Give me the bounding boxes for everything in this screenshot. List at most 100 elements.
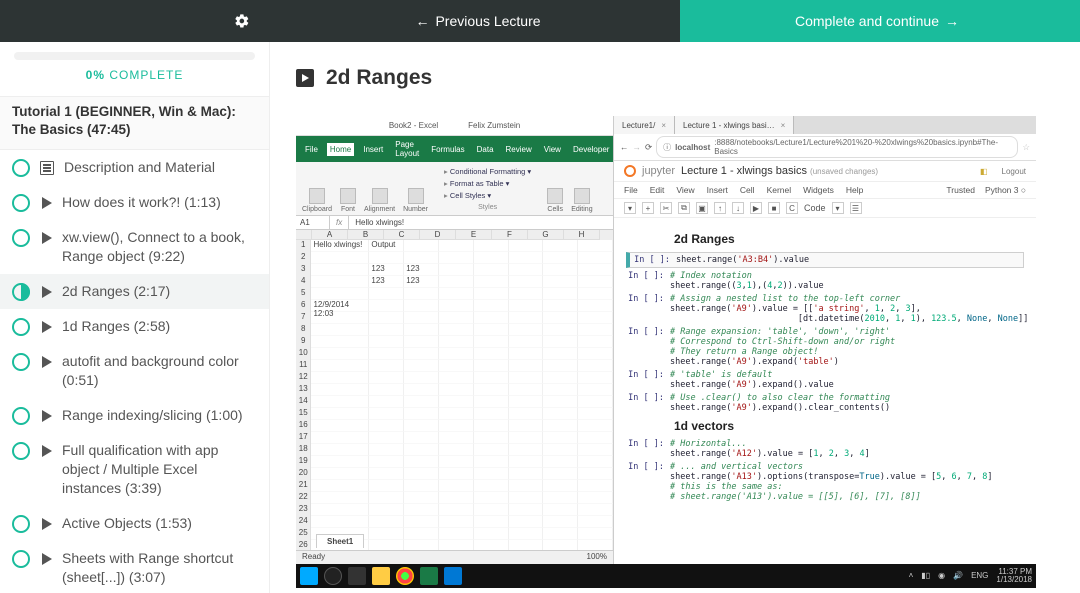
cell[interactable] bbox=[311, 276, 369, 288]
cell[interactable] bbox=[509, 300, 544, 312]
sheet-tab[interactable]: Sheet1 bbox=[316, 534, 364, 548]
cell[interactable] bbox=[311, 396, 369, 408]
column-header[interactable]: G bbox=[528, 230, 564, 240]
row-header[interactable]: 9 bbox=[296, 336, 311, 348]
cell[interactable] bbox=[439, 528, 474, 540]
cell[interactable] bbox=[509, 504, 544, 516]
cell[interactable] bbox=[311, 360, 369, 372]
cell[interactable] bbox=[311, 264, 369, 276]
cell[interactable] bbox=[311, 480, 369, 492]
cell[interactable] bbox=[404, 384, 439, 396]
cell[interactable] bbox=[439, 456, 474, 468]
cell[interactable] bbox=[369, 396, 404, 408]
toolbar-button[interactable]: ▾ bbox=[624, 202, 636, 214]
cell[interactable] bbox=[404, 456, 439, 468]
menu-item[interactable]: Kernel bbox=[767, 185, 792, 195]
cell[interactable] bbox=[543, 432, 578, 444]
cell[interactable] bbox=[404, 360, 439, 372]
menu-item[interactable]: Cell bbox=[740, 185, 755, 195]
row-header[interactable]: 21 bbox=[296, 480, 311, 492]
close-icon[interactable]: × bbox=[781, 121, 786, 130]
cell[interactable] bbox=[509, 384, 544, 396]
column-header[interactable]: E bbox=[456, 230, 492, 240]
cell[interactable] bbox=[509, 324, 544, 336]
vscode-icon[interactable] bbox=[444, 567, 462, 585]
cell[interactable] bbox=[509, 444, 544, 456]
cell[interactable] bbox=[509, 408, 544, 420]
row-header[interactable]: 23 bbox=[296, 504, 311, 516]
toolbar-button[interactable]: ■ bbox=[768, 202, 780, 214]
volume-icon[interactable]: 🔊 bbox=[953, 572, 963, 580]
cell[interactable] bbox=[578, 408, 613, 420]
row-header[interactable]: 17 bbox=[296, 432, 311, 444]
cell[interactable] bbox=[311, 444, 369, 456]
ribbon-group[interactable]: Number bbox=[403, 188, 428, 213]
cell[interactable] bbox=[509, 288, 544, 300]
windows-taskbar[interactable]: ˄ ▮▯ ◉ 🔊 ENG 11:37 PM1/13/2018 bbox=[296, 564, 1036, 588]
cell[interactable] bbox=[439, 516, 474, 528]
cell[interactable] bbox=[474, 264, 509, 276]
cell[interactable] bbox=[509, 528, 544, 540]
cell[interactable] bbox=[439, 288, 474, 300]
cell[interactable] bbox=[543, 348, 578, 360]
row-header[interactable]: 3 bbox=[296, 264, 311, 276]
cortana-icon[interactable] bbox=[324, 567, 342, 585]
cell[interactable] bbox=[369, 504, 404, 516]
cell[interactable] bbox=[578, 336, 613, 348]
cell[interactable] bbox=[474, 336, 509, 348]
cell[interactable] bbox=[404, 468, 439, 480]
cell[interactable] bbox=[369, 288, 404, 300]
browser-tab[interactable]: Lecture1/× bbox=[614, 116, 675, 134]
fx-icon[interactable]: fx bbox=[330, 216, 349, 229]
cell[interactable]: 12/9/2014 12:03 bbox=[311, 300, 369, 312]
cell[interactable] bbox=[543, 468, 578, 480]
cell[interactable] bbox=[474, 396, 509, 408]
cell[interactable] bbox=[543, 504, 578, 516]
cell[interactable] bbox=[578, 420, 613, 432]
cell[interactable] bbox=[474, 384, 509, 396]
cell[interactable] bbox=[311, 492, 369, 504]
ribbon-tab[interactable]: View bbox=[541, 143, 564, 156]
menu-item[interactable]: View bbox=[676, 185, 694, 195]
cell[interactable] bbox=[578, 528, 613, 540]
cell[interactable] bbox=[311, 336, 369, 348]
ribbon-group[interactable]: Alignment bbox=[364, 188, 395, 213]
cell[interactable] bbox=[578, 516, 613, 528]
cell[interactable] bbox=[509, 456, 544, 468]
row-header[interactable]: 13 bbox=[296, 384, 311, 396]
notebook-cell[interactable]: In [ ]:# Range expansion: 'table', 'down… bbox=[626, 327, 1024, 367]
previous-lecture-button[interactable]: ← Previous Lecture bbox=[270, 0, 680, 42]
toolbar-button[interactable]: ↓ bbox=[732, 202, 744, 214]
row-header[interactable]: 24 bbox=[296, 516, 311, 528]
cell[interactable] bbox=[578, 264, 613, 276]
cell[interactable] bbox=[439, 480, 474, 492]
cell[interactable] bbox=[509, 264, 544, 276]
cell[interactable] bbox=[578, 252, 613, 264]
cell-reference[interactable]: A1 bbox=[296, 216, 330, 229]
cell[interactable] bbox=[369, 360, 404, 372]
cell[interactable] bbox=[404, 492, 439, 504]
cell-code[interactable]: # Assign a nested list to the top-left c… bbox=[670, 294, 1028, 324]
cell[interactable] bbox=[404, 324, 439, 336]
cell[interactable] bbox=[404, 420, 439, 432]
gear-icon[interactable] bbox=[234, 13, 250, 29]
taskview-icon[interactable] bbox=[348, 567, 366, 585]
cell[interactable] bbox=[439, 396, 474, 408]
row-header[interactable]: 19 bbox=[296, 456, 311, 468]
cell[interactable] bbox=[543, 276, 578, 288]
cell[interactable] bbox=[509, 420, 544, 432]
cell[interactable] bbox=[404, 336, 439, 348]
cell[interactable] bbox=[578, 348, 613, 360]
sidebar-item[interactable]: 1d Ranges (2:58) bbox=[0, 309, 269, 344]
cell[interactable] bbox=[474, 504, 509, 516]
toolbar-button[interactable]: ☰ bbox=[850, 202, 862, 214]
star-icon[interactable]: ☆ bbox=[1022, 142, 1030, 153]
cell[interactable] bbox=[474, 300, 509, 312]
cell[interactable] bbox=[369, 384, 404, 396]
cell[interactable] bbox=[311, 408, 369, 420]
cell[interactable] bbox=[404, 252, 439, 264]
cell[interactable] bbox=[578, 444, 613, 456]
cell[interactable] bbox=[543, 444, 578, 456]
formula-value[interactable]: Hello xlwings! bbox=[349, 216, 410, 229]
cell[interactable] bbox=[474, 360, 509, 372]
